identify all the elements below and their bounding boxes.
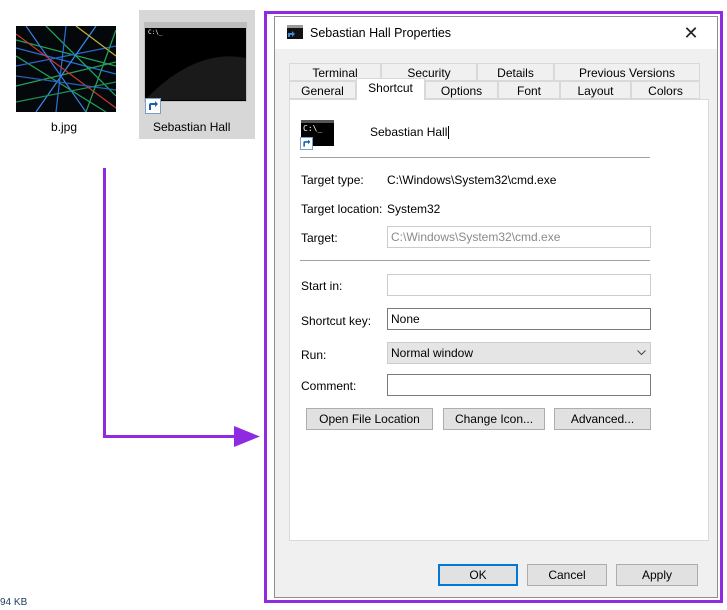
annotation-highlight-frame bbox=[264, 11, 723, 603]
shortcut-arrow-icon bbox=[145, 98, 161, 114]
cmd-shortcut-thumbnail[interactable]: C:\_ bbox=[144, 22, 247, 102]
image-thumbnail[interactable] bbox=[16, 26, 116, 112]
shortcut-name-label: Sebastian Hall bbox=[153, 120, 231, 134]
annotation-line-horizontal bbox=[103, 435, 237, 438]
annotation-line-vertical bbox=[103, 168, 106, 438]
annotation-arrowhead-icon bbox=[234, 426, 260, 447]
file-name-label: b.jpg bbox=[51, 120, 78, 134]
streaks-image-icon bbox=[16, 26, 116, 112]
cmd-glow-icon bbox=[145, 56, 246, 100]
status-size: 94 KB bbox=[0, 597, 28, 608]
